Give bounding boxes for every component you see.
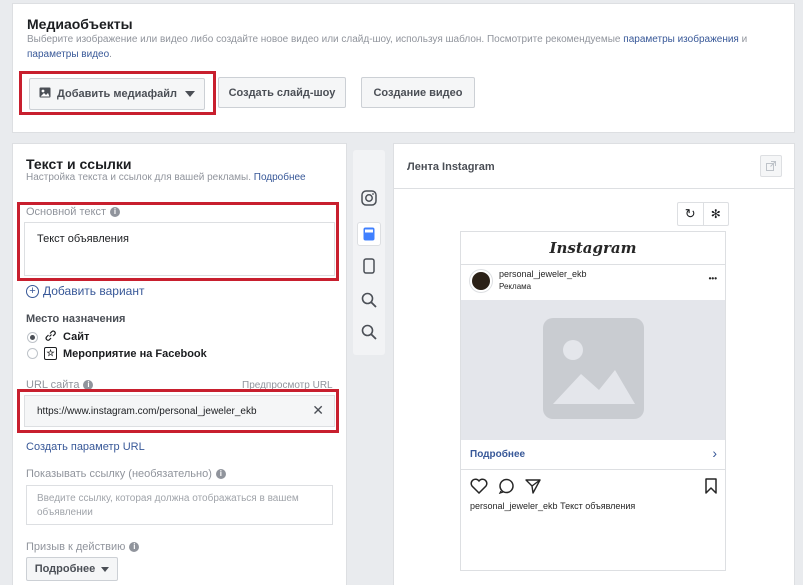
more-icon[interactable]: ••• xyxy=(709,274,717,283)
create-slideshow-button[interactable]: Создать слайд-шоу xyxy=(218,77,346,108)
text-links-section: Текст и ссылки Настройка текста и ссылок… xyxy=(12,143,347,585)
search-icon[interactable] xyxy=(359,290,379,310)
event-star-icon: ☆ xyxy=(44,347,57,360)
divider xyxy=(394,188,794,189)
highlight-url xyxy=(17,389,339,433)
action-icons xyxy=(470,478,541,499)
image-placeholder-icon xyxy=(543,318,644,419)
open-external-icon[interactable] xyxy=(760,155,782,177)
cta-label: Призыв к действию i xyxy=(26,541,140,553)
highlight-primary-text xyxy=(17,202,339,281)
display-link-placeholder: Введите ссылку, которая должна отображат… xyxy=(37,493,299,518)
cta-bar-label: Подробнее xyxy=(470,449,526,460)
text-links-title: Текст и ссылки xyxy=(26,156,132,172)
share-icon[interactable] xyxy=(525,478,541,499)
info-icon[interactable]: i xyxy=(215,469,226,479)
stories-icon[interactable] xyxy=(359,256,379,276)
media-desc-dot: . xyxy=(109,49,112,60)
info-icon[interactable]: i xyxy=(129,542,140,552)
display-link-label: Показывать ссылку (необязательно) i xyxy=(26,468,226,480)
media-desc-and: и xyxy=(741,34,748,45)
preview-tools: ↻ ✻ xyxy=(677,202,729,226)
media-desc-text: Выберите изображение или видео либо созд… xyxy=(27,34,621,45)
display-link-input[interactable]: Введите ссылку, которая должна отображат… xyxy=(26,485,333,525)
cta-value: Подробнее xyxy=(34,563,96,575)
create-url-param-link[interactable]: Создать параметр URL xyxy=(26,441,145,453)
radio-unselected[interactable] xyxy=(27,348,38,359)
cta-bar[interactable]: Подробнее › xyxy=(461,440,725,470)
chevron-right-icon: › xyxy=(712,445,717,461)
media-description: Выберите изображение или видео либо созд… xyxy=(27,32,767,62)
feed-icon[interactable] xyxy=(357,222,381,246)
instagram-preview: Instagram personal_jeweler_ekb Реклама •… xyxy=(460,231,726,571)
destination-site-label: Сайт xyxy=(63,331,90,343)
caret-down-icon xyxy=(101,566,110,572)
ig-username: personal_jeweler_ekb xyxy=(499,269,587,279)
video-specs-link[interactable]: параметры видео xyxy=(27,49,109,60)
destination-event-option[interactable]: ☆ Мероприятие на Facebook xyxy=(27,347,207,360)
destination-label: Место назначения xyxy=(26,313,126,325)
instagram-logo: Instagram xyxy=(461,232,725,265)
optional-text: (необязательно) xyxy=(128,468,212,480)
image-specs-link[interactable]: параметры изображения xyxy=(623,34,739,45)
preview-title: Лента Instagram xyxy=(407,161,495,173)
caption: personal_jeweler_ekb Текст объявления xyxy=(470,501,635,511)
text-links-desc-text: Настройка текста и ссылок для вашей рекл… xyxy=(26,172,251,183)
comment-icon[interactable] xyxy=(498,478,515,499)
cta-label-text: Призыв к действию xyxy=(26,541,126,553)
heart-icon[interactable] xyxy=(470,478,488,499)
destination-event-label: Мероприятие на Facebook xyxy=(63,347,207,360)
destination-site-option[interactable]: Сайт xyxy=(27,329,89,345)
radio-selected[interactable] xyxy=(27,331,38,343)
link-icon xyxy=(44,329,57,345)
add-variant-button[interactable]: + Добавить вариант xyxy=(26,284,144,298)
refresh-icon[interactable]: ↻ xyxy=(678,203,704,225)
bookmark-icon[interactable] xyxy=(705,478,717,499)
plus-circle-icon: + xyxy=(26,284,39,298)
bug-icon[interactable]: ✻ xyxy=(704,203,729,225)
image-placeholder xyxy=(461,300,725,440)
sponsored-label: Реклама xyxy=(499,282,532,291)
media-objects-section: Медиаобъекты Выберите изображение или ви… xyxy=(12,3,795,133)
caption-username: personal_jeweler_ekb xyxy=(470,501,558,511)
highlight-add-media xyxy=(19,71,216,115)
media-title: Медиаобъекты xyxy=(27,16,133,32)
instagram-icon[interactable] xyxy=(359,188,379,208)
cta-dropdown[interactable]: Подробнее xyxy=(26,557,118,581)
caption-text: Текст объявления xyxy=(560,501,636,511)
search-icon[interactable] xyxy=(359,322,379,342)
add-variant-label: Добавить вариант xyxy=(43,284,145,298)
display-link-label-text: Показывать ссылку xyxy=(26,468,126,480)
create-video-button[interactable]: Создание видео xyxy=(361,77,475,108)
learn-more-link[interactable]: Подробнее xyxy=(254,172,306,183)
text-links-description: Настройка текста и ссылок для вашей рекл… xyxy=(26,172,306,183)
avatar xyxy=(470,270,492,292)
placement-toolbar xyxy=(353,150,385,355)
